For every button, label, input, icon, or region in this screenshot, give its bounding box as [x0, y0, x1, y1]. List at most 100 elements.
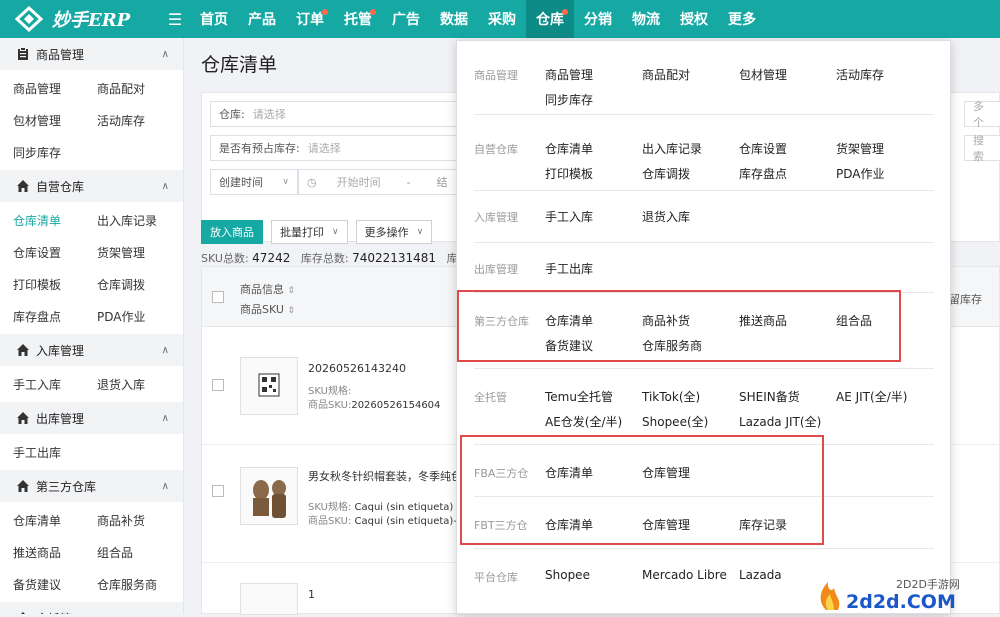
- col-product-info[interactable]: 商品信息 ⇕: [240, 281, 295, 297]
- dropdown-item[interactable]: Lazada JIT(全): [739, 413, 821, 430]
- dropdown-item[interactable]: 活动库存: [836, 66, 884, 83]
- nav-item[interactable]: 广告: [382, 0, 430, 38]
- sidebar-item[interactable]: 商品补货: [97, 504, 181, 536]
- product-thumbnail: [240, 467, 298, 525]
- sidebar-item[interactable]: 打印模板: [13, 268, 97, 300]
- dropdown-item[interactable]: 同步库存: [545, 91, 593, 108]
- product-spec: SKU规格: Caqui (sin etiqueta): [308, 502, 454, 513]
- home-icon: [16, 343, 30, 357]
- nav-item[interactable]: 物流: [622, 0, 670, 38]
- sidebar-section-header[interactable]: 第三方仓库 ∧: [0, 470, 183, 502]
- dropdown-item[interactable]: 仓库设置: [739, 140, 787, 157]
- sidebar-item[interactable]: 活动库存: [97, 104, 181, 136]
- dropdown-item[interactable]: 仓库调拨: [642, 165, 690, 182]
- dropdown-item[interactable]: 手工入库: [545, 208, 593, 225]
- sidebar-item[interactable]: 仓库清单: [13, 204, 97, 236]
- row-checkbox[interactable]: [212, 485, 224, 497]
- dropdown-item[interactable]: 商品管理: [545, 66, 593, 83]
- dropdown-item[interactable]: PDA作业: [836, 165, 884, 182]
- date-type-select[interactable]: 创建时间 ∨: [210, 169, 298, 195]
- nav-item[interactable]: 订单: [286, 0, 334, 38]
- sidebar-item[interactable]: 仓库清单: [13, 504, 97, 536]
- app-logo[interactable]: 妙手ERP: [0, 5, 160, 33]
- dropdown-item[interactable]: 打印模板: [545, 165, 593, 182]
- dropdown-item[interactable]: Shopee(全): [642, 413, 708, 430]
- sidebar-section-header[interactable]: 自营仓库 ∧: [0, 170, 183, 202]
- sidebar-item[interactable]: 仓库调拨: [97, 268, 181, 300]
- nav-item[interactable]: 更多: [718, 0, 766, 38]
- nav-item[interactable]: 授权: [670, 0, 718, 38]
- sidebar-item[interactable]: 手工出库: [13, 436, 97, 468]
- stats-bar: SKU总数: 47242 库存总数: 74022131481 库: [201, 250, 458, 266]
- dropdown-item[interactable]: 出入库记录: [642, 140, 702, 157]
- menu-toggle-icon[interactable]: ☰: [160, 10, 190, 29]
- sidebar-section-header[interactable]: 入库管理 ∧: [0, 334, 183, 366]
- sidebar-section-items: 手工出库: [0, 434, 183, 470]
- more-actions-button[interactable]: 更多操作 ∨: [355, 220, 433, 244]
- sidebar-item[interactable]: 包材管理: [13, 104, 97, 136]
- sidebar-item[interactable]: 推送商品: [13, 536, 97, 568]
- right-search-input[interactable]: 搜索: [964, 134, 1000, 163]
- nav-item[interactable]: 托管: [334, 0, 382, 38]
- chevron-down-icon: ∨: [332, 227, 339, 237]
- add-product-button[interactable]: 放入商品: [201, 220, 263, 244]
- sidebar-section-header[interactable]: 出库管理 ∧: [0, 402, 183, 434]
- row-checkbox[interactable]: [212, 379, 224, 391]
- right-filter-input[interactable]: 多个: [964, 100, 1000, 129]
- dropdown-item[interactable]: Shopee: [545, 568, 590, 582]
- nav-item[interactable]: 产品: [238, 0, 286, 38]
- dropdown-item[interactable]: Mercado Libre: [642, 568, 727, 582]
- sidebar-item[interactable]: 库存盘点: [13, 300, 97, 332]
- clock-icon: ◷: [307, 175, 317, 189]
- dropdown-group: 自营仓库 仓库清单 出入库记录 仓库设置 货架管理 打印模板 仓库调拨 库存盘点 PDA作业: [474, 115, 934, 191]
- nav-item[interactable]: 采购: [478, 0, 526, 38]
- select-all-checkbox[interactable]: [212, 291, 224, 303]
- sidebar-item[interactable]: 备货建议: [13, 568, 97, 600]
- notification-dot: [370, 9, 376, 15]
- nav-item[interactable]: 仓库: [526, 0, 574, 38]
- warehouse-select[interactable]: 仓库: 请选择: [210, 101, 460, 127]
- sidebar-section-header[interactable]: 商品管理 ∧: [0, 38, 183, 70]
- sidebar-item[interactable]: 仓库设置: [13, 236, 97, 268]
- product-sku: 商品SKU: Caqui (sin etiqueta)-: [308, 516, 457, 527]
- stock-total-value: 74022131481: [352, 251, 437, 265]
- col-product-sku[interactable]: 商品SKU ⇕: [240, 301, 295, 317]
- nav-item[interactable]: 首页: [190, 0, 238, 38]
- dropdown-item[interactable]: 退货入库: [642, 208, 690, 225]
- dropdown-item[interactable]: AE仓发(全/半): [545, 413, 622, 430]
- sidebar-item[interactable]: 手工入库: [13, 368, 97, 400]
- sidebar-item[interactable]: PDA作业: [97, 300, 181, 332]
- dropdown-item[interactable]: SHEIN备货: [739, 388, 800, 405]
- dropdown-item[interactable]: Lazada: [739, 568, 782, 582]
- notification-dot: [562, 9, 568, 15]
- dropdown-item[interactable]: Temu全托管: [545, 388, 613, 405]
- date-range-input[interactable]: ◷ 开始时间 - 结: [298, 169, 458, 195]
- dropdown-item[interactable]: 包材管理: [739, 66, 787, 83]
- chevron-up-icon: ∧: [161, 344, 169, 356]
- sku-total-value: 47242: [252, 251, 291, 265]
- dropdown-item[interactable]: TikTok(全): [642, 388, 700, 405]
- sidebar-item[interactable]: 组合品: [97, 536, 181, 568]
- nav-item-label: 分销: [584, 12, 612, 28]
- preoccupy-select[interactable]: 是否有预占库存: 请选择: [210, 135, 460, 161]
- nav-item[interactable]: 数据: [430, 0, 478, 38]
- sidebar-item[interactable]: 仓库服务商: [97, 568, 181, 600]
- dropdown-item[interactable]: 货架管理: [836, 140, 884, 157]
- chevron-up-icon: ∧: [161, 180, 169, 192]
- dropdown-item[interactable]: 库存盘点: [739, 165, 787, 182]
- dropdown-item[interactable]: AE JIT(全/半): [836, 388, 907, 405]
- sidebar-item[interactable]: 退货入库: [97, 368, 181, 400]
- sidebar-section-header[interactable]: 全托管∧: [0, 602, 183, 614]
- dropdown-item[interactable]: 手工出库: [545, 260, 593, 277]
- batch-print-button[interactable]: 批量打印 ∨: [271, 220, 348, 244]
- sidebar-item[interactable]: 货架管理: [97, 236, 181, 268]
- page-title: 仓库清单: [201, 54, 278, 76]
- sidebar-item[interactable]: 出入库记录: [97, 204, 181, 236]
- dropdown-item[interactable]: 仓库清单: [545, 140, 593, 157]
- sidebar-item[interactable]: 商品配对: [97, 72, 181, 104]
- sidebar-section-title: 商品管理: [36, 47, 85, 62]
- sidebar-item[interactable]: 同步库存: [13, 136, 97, 168]
- sidebar-item[interactable]: 商品管理: [13, 72, 97, 104]
- nav-item[interactable]: 分销: [574, 0, 622, 38]
- dropdown-item[interactable]: 商品配对: [642, 66, 690, 83]
